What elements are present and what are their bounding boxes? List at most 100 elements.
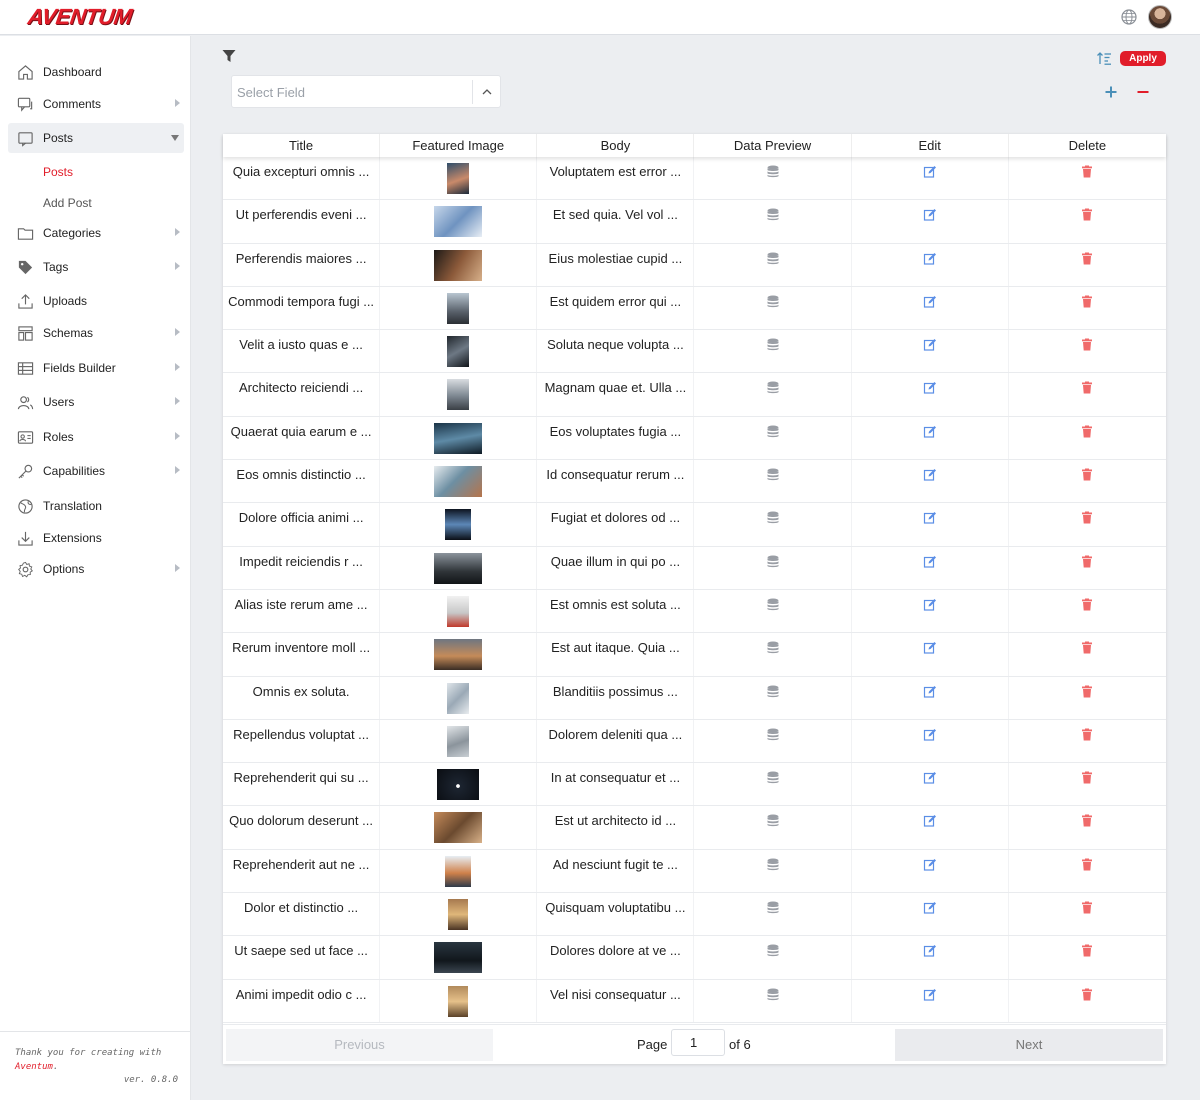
user-avatar[interactable] [1148,5,1172,29]
filter-icon[interactable] [222,49,236,63]
globe-icon[interactable] [1121,9,1137,25]
trash-icon[interactable] [1081,295,1094,308]
trash-icon[interactable] [1081,858,1094,871]
database-icon[interactable] [766,425,779,438]
sidebar-item-schemas[interactable]: Schemas [8,318,184,348]
database-icon[interactable] [766,901,779,914]
chevron-up-icon[interactable] [481,86,493,98]
next-button[interactable]: Next [895,1029,1163,1061]
database-icon[interactable] [766,858,779,871]
database-icon[interactable] [766,685,779,698]
trash-icon[interactable] [1081,944,1094,957]
edit-icon[interactable] [923,511,936,524]
trash-icon[interactable] [1081,468,1094,481]
trash-icon[interactable] [1081,338,1094,351]
column-header-featured-image[interactable]: Featured Image [380,134,538,157]
featured-image-thumbnail[interactable] [448,985,469,1017]
featured-image-thumbnail[interactable] [434,552,483,584]
trash-icon[interactable] [1081,771,1094,784]
trash-icon[interactable] [1081,381,1094,394]
database-icon[interactable] [766,944,779,957]
edit-icon[interactable] [923,728,936,741]
sidebar-subitem-add-post[interactable]: Add Post [43,196,92,210]
edit-icon[interactable] [923,208,936,221]
sidebar-item-posts[interactable]: Posts [8,123,184,153]
database-icon[interactable] [766,338,779,351]
sidebar-item-categories[interactable]: Categories [8,218,184,248]
edit-icon[interactable] [923,252,936,265]
featured-image-thumbnail[interactable] [447,163,470,194]
trash-icon[interactable] [1081,641,1094,654]
sidebar-item-uploads[interactable]: Uploads [8,286,184,316]
sidebar-subitem-posts[interactable]: Posts [43,165,73,179]
database-icon[interactable] [766,598,779,611]
edit-icon[interactable] [923,771,936,784]
edit-icon[interactable] [923,685,936,698]
edit-icon[interactable] [923,468,936,481]
featured-image-thumbnail[interactable] [434,812,483,844]
database-icon[interactable] [766,641,779,654]
featured-image-thumbnail[interactable] [447,336,470,368]
apply-button[interactable]: Apply [1120,51,1166,66]
trash-icon[interactable] [1081,555,1094,568]
featured-image-thumbnail[interactable] [447,682,470,714]
trash-icon[interactable] [1081,988,1094,1001]
featured-image-thumbnail[interactable] [434,639,483,671]
trash-icon[interactable] [1081,208,1094,221]
sidebar-item-tags[interactable]: Tags [8,252,184,282]
footer-brand-link[interactable]: Aventum [15,1062,53,1072]
sidebar-item-comments[interactable]: Comments [8,89,184,119]
database-icon[interactable] [766,295,779,308]
trash-icon[interactable] [1081,901,1094,914]
database-icon[interactable] [766,381,779,394]
minus-icon[interactable] [1136,85,1150,99]
sidebar-item-dashboard[interactable]: Dashboard [8,57,184,87]
page-number-input[interactable] [671,1029,725,1056]
sidebar-item-capabilities[interactable]: Capabilities [8,456,184,486]
featured-image-thumbnail[interactable] [434,422,483,454]
edit-icon[interactable] [923,901,936,914]
edit-icon[interactable] [923,165,936,178]
trash-icon[interactable] [1081,598,1094,611]
featured-image-thumbnail[interactable] [448,899,469,931]
database-icon[interactable] [766,208,779,221]
featured-image-thumbnail[interactable] [447,725,470,757]
database-icon[interactable] [766,988,779,1001]
database-icon[interactable] [766,728,779,741]
trash-icon[interactable] [1081,252,1094,265]
trash-icon[interactable] [1081,165,1094,178]
trash-icon[interactable] [1081,728,1094,741]
featured-image-thumbnail[interactable] [434,466,483,498]
featured-image-thumbnail[interactable] [437,769,480,801]
column-header-body[interactable]: Body [537,134,695,157]
database-icon[interactable] [766,252,779,265]
database-icon[interactable] [766,555,779,568]
featured-image-thumbnail[interactable] [434,249,483,281]
sidebar-item-extensions[interactable]: Extensions [8,523,184,553]
featured-image-thumbnail[interactable] [447,379,470,411]
edit-icon[interactable] [923,425,936,438]
database-icon[interactable] [766,511,779,524]
edit-icon[interactable] [923,944,936,957]
sidebar-item-users[interactable]: Users [8,387,184,417]
edit-icon[interactable] [923,295,936,308]
featured-image-thumbnail[interactable] [434,942,483,974]
edit-icon[interactable] [923,858,936,871]
sidebar-item-options[interactable]: Options [8,554,184,584]
edit-icon[interactable] [923,381,936,395]
database-icon[interactable] [766,468,779,481]
trash-icon[interactable] [1081,425,1094,438]
featured-image-thumbnail[interactable] [447,595,470,627]
trash-icon[interactable] [1081,511,1094,524]
edit-icon[interactable] [923,641,936,654]
featured-image-thumbnail[interactable] [445,855,472,887]
trash-icon[interactable] [1081,685,1094,698]
featured-image-thumbnail[interactable] [434,206,483,238]
sidebar-item-fields-builder[interactable]: Fields Builder [8,353,184,383]
aventum-logo[interactable]: AVENTUM [26,4,133,29]
database-icon[interactable] [766,771,779,784]
sort-icon[interactable] [1096,51,1112,66]
plus-icon[interactable] [1104,85,1118,99]
edit-icon[interactable] [923,555,936,568]
edit-icon[interactable] [923,338,936,351]
